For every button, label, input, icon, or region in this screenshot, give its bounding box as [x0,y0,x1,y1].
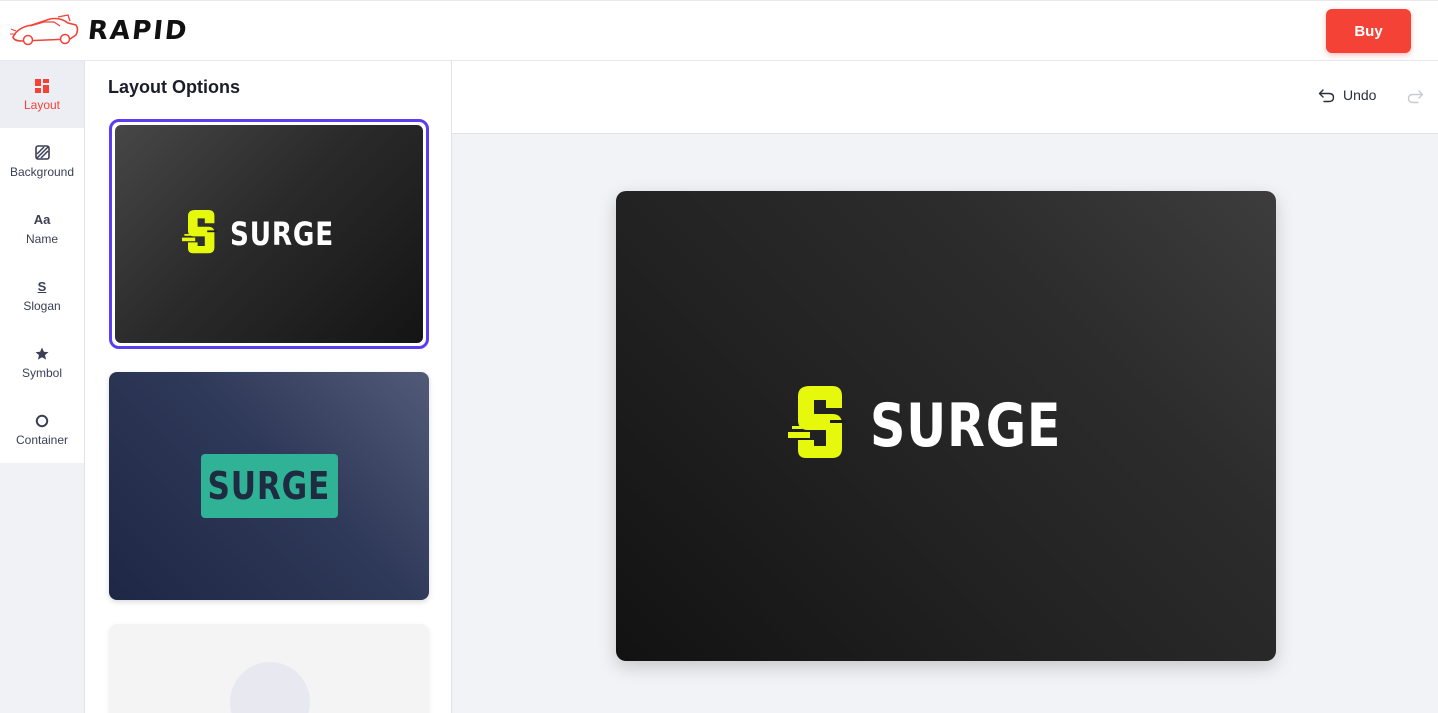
editor-toolbar: Undo [452,61,1438,134]
rail-label-slogan: Slogan [23,298,61,313]
layout-option-card[interactable]: SURGE [109,119,429,349]
circle-icon [34,413,50,429]
top-bar: RAPID Buy [0,0,1438,61]
rail-label-background: Background [9,164,75,179]
race-car-icon [10,14,79,46]
background-icon [34,145,50,161]
brand-name: SURGE [870,391,1062,461]
rail-label-container: Container [15,432,69,447]
brand-name: SURGE [207,464,331,508]
buy-button[interactable]: Buy [1326,9,1411,53]
rail-item-name[interactable]: Aa Name [0,195,84,262]
layout-icon [34,78,50,94]
brand-name: SURGE [229,215,334,253]
rail-item-background[interactable]: Background [0,128,84,195]
logo-preview: SURGE [788,385,1103,467]
rail-item-layout[interactable]: Layout [0,61,84,128]
undo-button[interactable]: Undo [1318,87,1376,103]
app-logo[interactable]: RAPID [10,13,191,49]
redo-button[interactable] [1407,88,1424,109]
slogan-icon: S [37,279,47,294]
name-icon: Aa [33,212,51,227]
rail-item-slogan[interactable]: S Slogan [0,262,84,329]
star-icon [34,346,50,362]
undo-label: Undo [1343,87,1377,103]
panel-title: Layout Options [108,77,240,97]
app-name: RAPID [86,16,191,46]
rail-label-layout: Layout [23,97,61,112]
surge-symbol-icon [181,210,217,254]
surge-symbol-icon [788,386,847,458]
rail-label-name: Name [25,231,58,246]
rail-label-symbol: Symbol [21,365,62,380]
tool-rail: Layout Background Aa Name S Slogan Symbo… [0,61,85,713]
logo-preview: SURGE [181,210,357,258]
brand-badge: SURGE [200,454,338,518]
layout-options-panel: Layout Options SURGE SURGE [85,61,452,713]
logo-preview-large[interactable]: SURGE [616,191,1276,661]
placeholder-circle [230,662,310,713]
redo-icon [1407,90,1424,104]
undo-icon [1318,89,1335,103]
layout-option-card[interactable] [109,624,429,713]
rail-item-container[interactable]: Container [0,396,84,463]
layout-option-card[interactable]: SURGE [109,372,429,600]
design-canvas: SURGE [452,134,1438,713]
rail-item-symbol[interactable]: Symbol [0,329,84,396]
